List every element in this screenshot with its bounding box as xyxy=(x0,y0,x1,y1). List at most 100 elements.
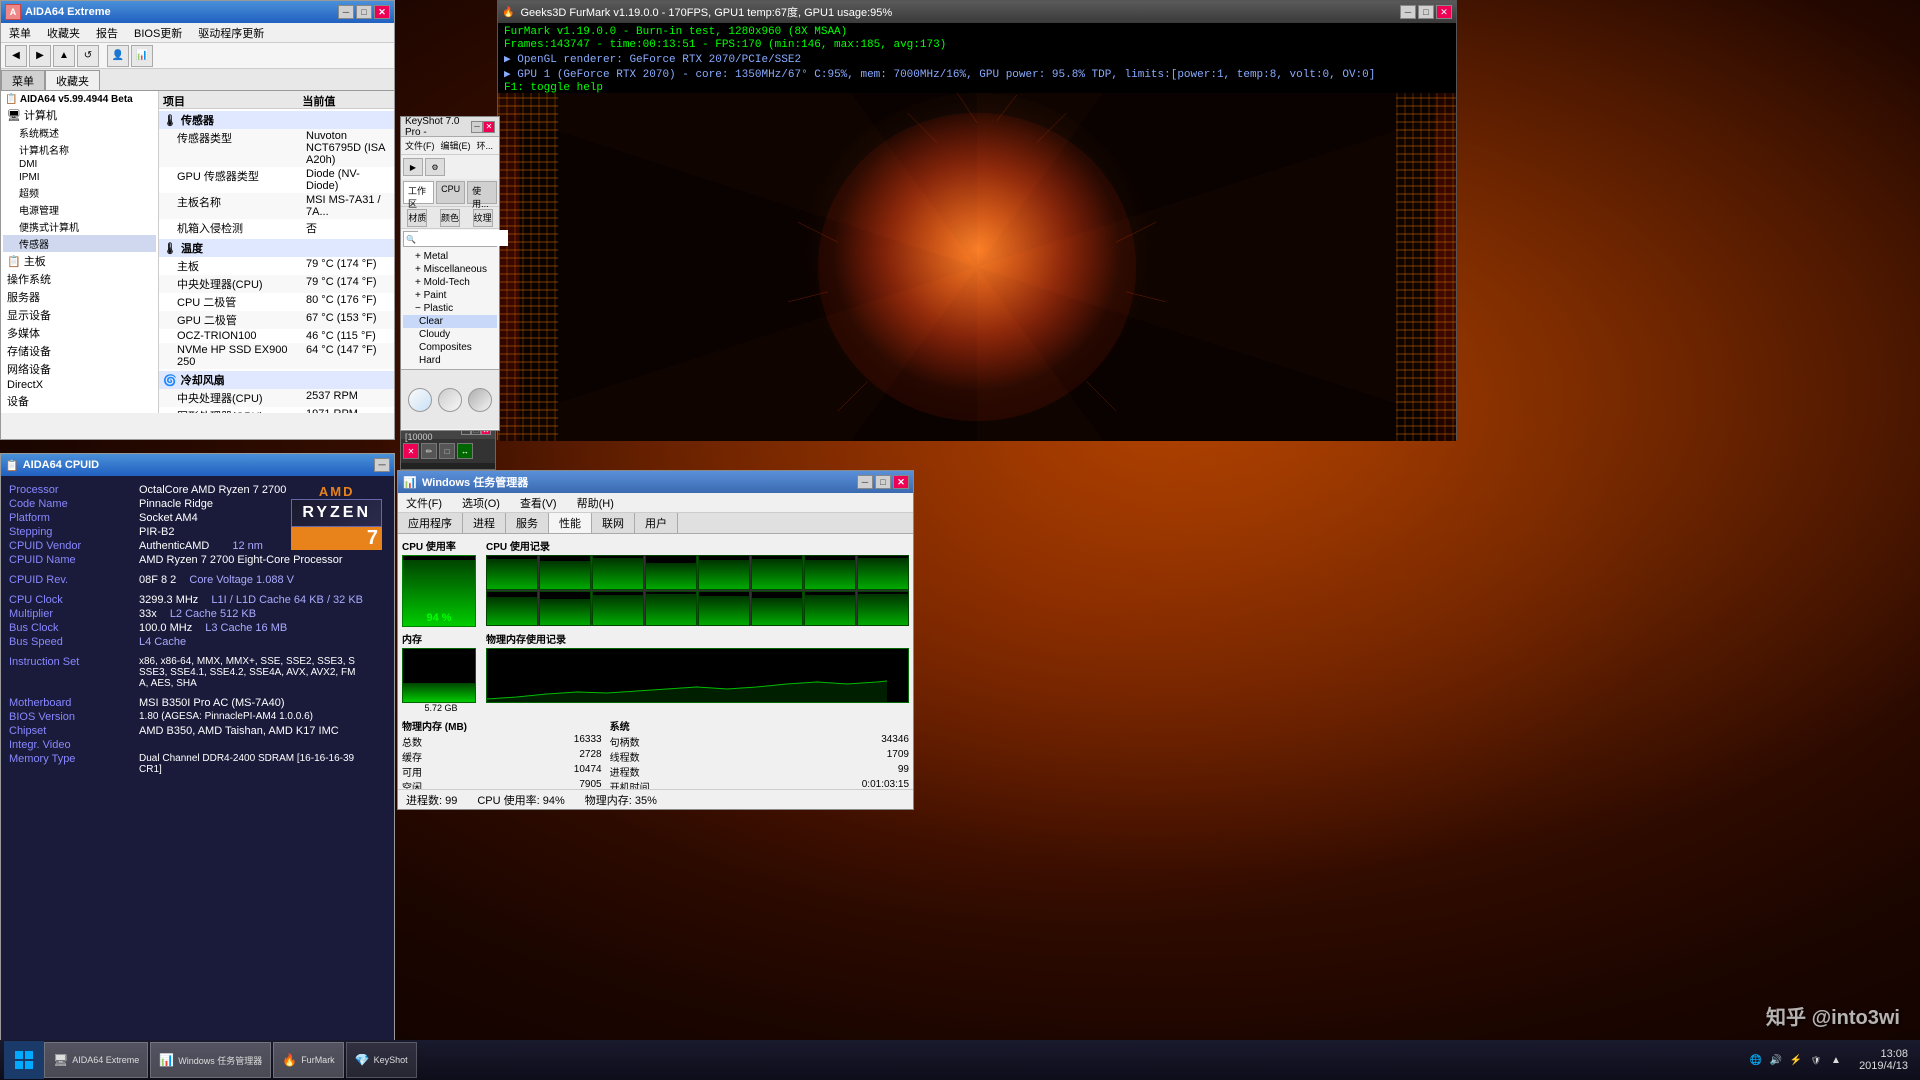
tray-icon-battery[interactable]: ⚡ xyxy=(1788,1052,1804,1068)
taskbar-item-furmark[interactable]: 🔥 FurMark xyxy=(273,1042,343,1078)
tm-tab-services[interactable]: 服务 xyxy=(506,513,549,533)
close-button[interactable]: ✕ xyxy=(374,5,390,19)
forward-button[interactable]: ▶ xyxy=(29,45,51,67)
memory-usage-bar xyxy=(403,683,475,702)
ks-render-btn[interactable]: ▶ xyxy=(403,158,423,176)
ks-tab-usage[interactable]: 使用... xyxy=(467,181,497,204)
tree-item-display[interactable]: 显示设备 xyxy=(3,306,156,324)
menu-item-report[interactable]: 报告 xyxy=(92,23,122,43)
tree-item-server[interactable]: 服务器 xyxy=(3,288,156,306)
tab-menu[interactable]: 菜单 xyxy=(1,70,45,90)
tab-favorites[interactable]: 收藏夹 xyxy=(45,70,100,90)
ks-color-btn[interactable]: 颜色 xyxy=(440,209,460,227)
ks-texture-btn[interactable]: 纹理 xyxy=(473,209,493,227)
tree-item-directx[interactable]: DirectX xyxy=(3,378,156,392)
ks-menu-file[interactable]: 文件(F) xyxy=(405,139,435,152)
cpuid-minimize[interactable]: ─ xyxy=(374,458,390,472)
taskmanager-minimize[interactable]: ─ xyxy=(857,475,873,489)
tm-tab-users[interactable]: 用户 xyxy=(635,513,678,533)
ks-tab-cpu[interactable]: CPU xyxy=(436,181,465,204)
tree-item-storage[interactable]: 存储设备 xyxy=(3,342,156,360)
memory-usage-section: 内存 5.72 GB xyxy=(402,631,480,713)
menu-item-file[interactable]: 菜单 xyxy=(5,23,35,43)
tm-menu-options[interactable]: 选项(O) xyxy=(458,493,504,513)
tree-item-board[interactable]: 📋 主板 xyxy=(3,252,156,270)
photo-tool-move[interactable]: ↔ xyxy=(457,443,473,459)
ks-tab-workspace[interactable]: 工作区 xyxy=(403,181,434,204)
ks-mat-tabs: 材质 颜色 纹理 xyxy=(401,207,499,229)
ks-material-misc[interactable]: + Miscellaneous xyxy=(403,263,497,276)
keyshot-close[interactable]: ✕ xyxy=(483,121,495,133)
tree-item-dmi[interactable]: DMI xyxy=(3,158,156,171)
tree-item-computer[interactable]: 🖥 计算机 xyxy=(3,106,156,124)
tree-item-network[interactable]: 网络设备 xyxy=(3,360,156,378)
ks-mat-btn[interactable]: 材质 xyxy=(407,209,427,227)
tm-tab-perf[interactable]: 性能 xyxy=(549,513,592,533)
tm-menu-help[interactable]: 帮助(H) xyxy=(573,493,618,513)
ks-settings-btn[interactable]: ⚙ xyxy=(425,158,445,176)
tm-tab-processes[interactable]: 进程 xyxy=(463,513,506,533)
tray-icon-network[interactable]: 🌐 xyxy=(1748,1052,1764,1068)
furmark-info-bar: FurMark v1.19.0.0 - Burn-in test, 1280x9… xyxy=(498,23,1456,93)
minimize-button[interactable]: ─ xyxy=(338,5,354,19)
cpuid-row-bus: Bus Clock 100.0 MHz L3 Cache 16 MB xyxy=(9,622,386,634)
taskbar: 🖥 AIDA64 Extreme 📊 Windows 任务管理器 🔥 FurMa… xyxy=(0,1040,1920,1080)
tm-menu-view[interactable]: 查看(V) xyxy=(516,493,561,513)
cpuid-row-igpu: Integr. Video xyxy=(9,739,386,751)
ks-material-composites[interactable]: Composites xyxy=(403,341,497,354)
menu-item-drivers[interactable]: 驱动程序更新 xyxy=(194,23,268,43)
taskbar-item-taskman[interactable]: 📊 Windows 任务管理器 xyxy=(150,1042,271,1078)
tree-item-software[interactable]: 软件 xyxy=(3,410,156,413)
clock-time: 13:08 xyxy=(1848,1048,1908,1060)
taskbar-item-aida64[interactable]: 🖥 AIDA64 Extreme xyxy=(44,1042,148,1078)
tree-item-power[interactable]: 电源管理 xyxy=(3,201,156,218)
up-button[interactable]: ▲ xyxy=(53,45,75,67)
ks-material-mold[interactable]: + Mold-Tech xyxy=(403,276,497,289)
ks-material-plastic[interactable]: − Plastic xyxy=(403,302,497,315)
tray-icon-antivirus[interactable]: 🛡 xyxy=(1808,1052,1824,1068)
furmark-maximize[interactable]: □ xyxy=(1418,5,1434,19)
tree-item-portable[interactable]: 便携式计算机 xyxy=(3,218,156,235)
tm-tab-apps[interactable]: 应用程序 xyxy=(398,513,463,533)
taskbar-item-icon-taskman: 📊 xyxy=(159,1053,174,1067)
chart-button[interactable]: 📊 xyxy=(131,45,153,67)
ks-menu-env[interactable]: 环... xyxy=(477,139,494,152)
tree-item-overclock[interactable]: 超频 xyxy=(3,184,156,201)
ks-material-cloudy[interactable]: Cloudy xyxy=(403,328,497,341)
furmark-close[interactable]: ✕ xyxy=(1436,5,1452,19)
taskbar-item-keyshot[interactable]: 💎 KeyShot xyxy=(346,1042,417,1078)
tree-item-overview[interactable]: 系统概述 xyxy=(3,124,156,141)
tree-item-sensors[interactable]: 传感器 xyxy=(3,235,156,252)
photo-tool-close[interactable]: ✕ xyxy=(403,443,419,459)
taskmanager-maximize[interactable]: □ xyxy=(875,475,891,489)
start-button[interactable] xyxy=(4,1041,44,1079)
tree-item-aida64[interactable]: 📋 AIDA64 v5.99.4944 Beta xyxy=(3,93,156,106)
tree-item-devices[interactable]: 设备 xyxy=(3,392,156,410)
user-button[interactable]: 👤 xyxy=(107,45,129,67)
maximize-button[interactable]: □ xyxy=(356,5,372,19)
menu-item-bios[interactable]: BIOS更新 xyxy=(130,23,186,43)
cpu-core-grid xyxy=(486,555,909,626)
tm-menu-file[interactable]: 文件(F) xyxy=(402,493,446,513)
menu-item-favorites[interactable]: 收藏夹 xyxy=(43,23,84,43)
photo-tool-pencil[interactable]: ✏ xyxy=(421,443,437,459)
keyshot-minimize[interactable]: ─ xyxy=(471,121,483,133)
ks-material-hard[interactable]: Hard xyxy=(403,354,497,367)
ks-material-clear[interactable]: Clear xyxy=(403,315,497,328)
tree-item-ipmi[interactable]: IPMI xyxy=(3,171,156,184)
refresh-button[interactable]: ↺ xyxy=(77,45,99,67)
photo-tool-select[interactable]: □ xyxy=(439,443,455,459)
ks-material-metal[interactable]: + Metal xyxy=(403,250,497,263)
tray-icon-volume[interactable]: 🔊 xyxy=(1768,1052,1784,1068)
back-button[interactable]: ◀ xyxy=(5,45,27,67)
ks-search-input[interactable] xyxy=(418,230,508,246)
furmark-minimize[interactable]: ─ xyxy=(1400,5,1416,19)
ks-menu-edit[interactable]: 编辑(E) xyxy=(441,139,471,152)
tray-icon-chevron[interactable]: ▲ xyxy=(1828,1052,1844,1068)
ks-material-paint[interactable]: + Paint xyxy=(403,289,497,302)
tree-item-compname[interactable]: 计算机名称 xyxy=(3,141,156,158)
tm-tab-network[interactable]: 联网 xyxy=(592,513,635,533)
tree-item-multimedia[interactable]: 多媒体 xyxy=(3,324,156,342)
taskmanager-close[interactable]: ✕ xyxy=(893,475,909,489)
tree-item-os[interactable]: 操作系统 xyxy=(3,270,156,288)
